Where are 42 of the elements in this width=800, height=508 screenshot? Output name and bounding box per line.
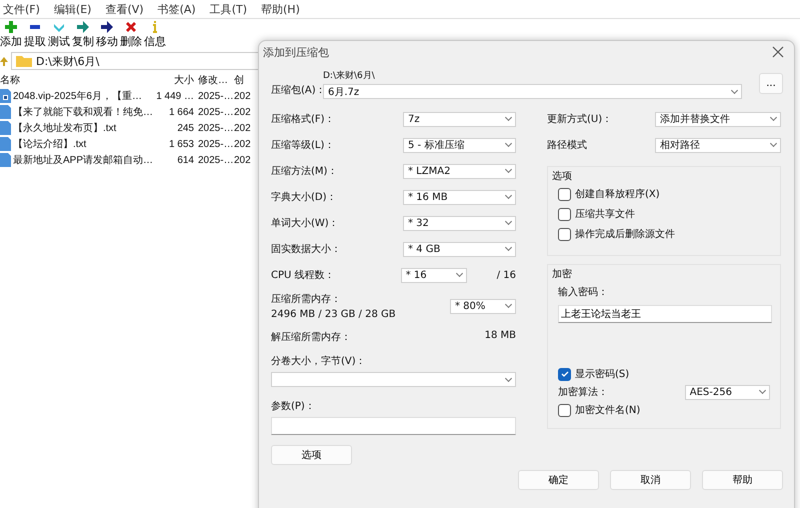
table-cell-text: 1 449 …: [155, 90, 194, 102]
field-label: 路径模式: [547, 138, 588, 152]
table-cell-text: 2025-…: [197, 122, 232, 134]
table-cell-text: 1 653: [168, 138, 194, 150]
thread-max: / 16: [496, 270, 516, 280]
field-label: 解压缩所需内存：: [271, 330, 351, 344]
table-cell-text: 2025-…: [197, 106, 232, 118]
file-name: 【永久地址发布页】.txt: [13, 122, 116, 135]
file-name: 【来了就能下载和观看！纯免…: [13, 106, 153, 119]
field-label: 参数(P)：: [271, 400, 316, 413]
field-label: CPU 线程数：: [271, 268, 336, 282]
file-name: 最新地址及APP请发邮箱自动…: [13, 154, 154, 167]
field-label: 分卷大小，字节(V)：: [271, 354, 367, 368]
table-cell-text: 2025-…: [197, 154, 232, 166]
field-label: 输入密码：: [558, 286, 609, 299]
field-label: 压缩所需内存：: [271, 292, 342, 306]
table-cell-text: 202: [233, 122, 252, 134]
table-cell-text: 2025-…: [197, 138, 232, 150]
group-title: 选项: [552, 170, 572, 183]
memory-usage: 2496 MB / 23 GB / 28 GB: [271, 309, 396, 320]
group-title: 加密: [552, 268, 572, 281]
folder-path: D:\来财\6月\: [323, 70, 376, 82]
table-cell-text: 202: [233, 106, 252, 118]
field-label: 压缩格式(F)：: [271, 112, 336, 126]
field-label: 加密算法：: [558, 386, 609, 399]
file-name: 2048.vip-2025年6月，【重…: [13, 90, 142, 103]
table-cell-text: 2025-…: [197, 90, 232, 102]
field-label: 压缩包(A)：: [271, 84, 323, 97]
field-label: 单词大小(W)：: [271, 216, 340, 230]
field-label: 更新方式(U)：: [547, 112, 614, 126]
table-cell-text: 1 664: [168, 106, 194, 118]
table-cell-text: 202: [233, 138, 252, 150]
field-label: 字典大小(D)：: [271, 190, 338, 204]
file-name: 【论坛介绍】.txt: [13, 138, 86, 151]
field-label: 固实数据大小：: [271, 242, 342, 256]
table-cell-text: 202: [233, 154, 252, 166]
field-label: 压缩等级(L)：: [271, 138, 336, 152]
field-label: 压缩方法(M)：: [271, 164, 338, 178]
table-cell-text: 245: [176, 122, 194, 134]
table-cell-text: 614: [176, 154, 194, 166]
memory-usage: 18 MB: [484, 330, 516, 343]
table-cell-text: 202: [233, 90, 252, 102]
